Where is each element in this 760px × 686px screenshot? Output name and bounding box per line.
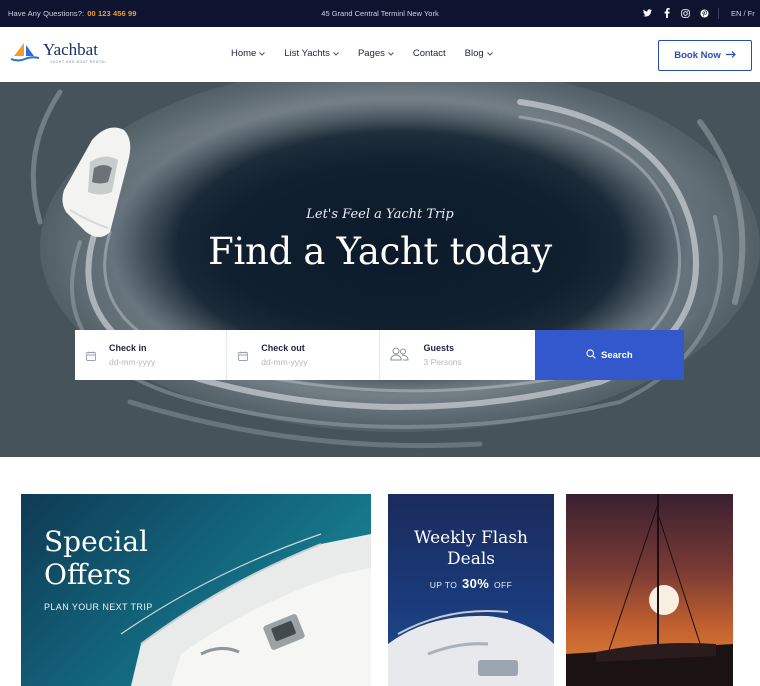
nav-item-label: Pages [357, 48, 385, 59]
nav-item-list-yachts[interactable]: List Yachts [284, 48, 339, 59]
nav-item-contact[interactable]: Contact [413, 48, 446, 59]
search-button[interactable]: Search [534, 330, 685, 380]
book-now-button[interactable]: Book Now [658, 40, 752, 71]
chevron-down-icon [486, 51, 493, 56]
check-out-placeholder: dd-mm-yyyy [261, 357, 308, 367]
nav-item-pages[interactable]: Pages [358, 48, 394, 59]
instagram-icon[interactable] [676, 6, 695, 20]
facebook-icon[interactable] [657, 6, 676, 20]
twitter-icon[interactable] [638, 6, 657, 20]
main-navigation: Yachbat YACHT AND BOAT RENTAL Home List … [0, 27, 760, 82]
chevron-down-icon [259, 51, 266, 56]
sailboat-logo-icon [10, 43, 40, 62]
hero-title: Find a Yacht today [208, 230, 552, 273]
check-in-placeholder: dd-mm-yyyy [109, 357, 156, 367]
check-in-label: Check in [109, 343, 147, 353]
chevron-down-icon [388, 51, 394, 56]
flash-deals-title: Weekly Flash Deals [388, 528, 554, 570]
chevron-down-icon [333, 51, 339, 56]
special-offers-title-line: Offers [44, 558, 132, 591]
flash-deals-title-line: Weekly Flash [414, 528, 528, 548]
special-offers-subtitle: PLAN YOUR NEXT TRIP [44, 602, 153, 612]
check-in-field[interactable]: Check in dd-mm-yyyy [75, 330, 228, 380]
logo[interactable]: Yachbat YACHT AND BOAT RENTAL [10, 40, 106, 65]
check-out-field[interactable]: Check out dd-mm-yyyy [227, 330, 380, 380]
discount-prefix: UP TO [429, 580, 458, 590]
calendar-icon [238, 348, 249, 366]
search-button-label: Search [601, 349, 633, 361]
hero-kicker: Let's Feel a Yacht Trip [306, 207, 454, 222]
top-bar: Have Any Questions?: 00 123 456 99 45 Gra… [0, 0, 760, 27]
sailboat-sunset-image [566, 494, 733, 686]
brand-name: Yachbat [43, 40, 98, 59]
weekly-flash-deals-card[interactable]: Weekly Flash Deals UP TO 30% OFF [388, 494, 554, 686]
nav-item-label: Home [231, 48, 257, 59]
brand-tagline: YACHT AND BOAT RENTAL [50, 60, 108, 64]
special-offers-title-line: Special [44, 525, 148, 558]
discount-percent: 30% [462, 576, 490, 591]
arrow-right-icon [725, 50, 736, 61]
hero-section: Let's Feel a Yacht Trip Find a Yacht tod… [0, 82, 760, 457]
flash-deals-title-line: Deals [447, 549, 495, 569]
special-offers-title: Special Offers [44, 525, 148, 591]
nav-item-home[interactable]: Home [231, 48, 266, 59]
nav-menu: Home List Yachts Pages Contact Blog [231, 48, 512, 59]
discount-suffix: OFF [494, 580, 513, 590]
topbar-divider [718, 8, 719, 19]
users-icon [389, 347, 409, 366]
nav-item-label: Blog [464, 48, 484, 59]
calendar-icon [86, 348, 96, 366]
social-links [638, 6, 714, 20]
guests-value: 3 Persons [423, 357, 462, 367]
guests-field[interactable]: Guests 3 Persons [380, 330, 532, 380]
special-offers-card[interactable]: Special Offers PLAN YOUR NEXT TRIP [21, 494, 371, 686]
pinterest-icon[interactable] [695, 6, 714, 20]
guests-label: Guests [423, 343, 455, 353]
flash-deals-discount: UP TO 30% OFF [388, 576, 554, 591]
nav-item-label: List Yachts [284, 48, 330, 59]
book-now-label: Book Now [674, 50, 721, 61]
sunset-sailboat-card[interactable] [566, 494, 733, 686]
nav-item-label: Contact [412, 48, 446, 59]
search-icon [586, 348, 596, 362]
language-switcher[interactable]: EN / Fr [731, 9, 755, 18]
booking-search-bar: Check in dd-mm-yyyy Check out dd-mm-yyyy… [75, 330, 685, 380]
check-out-label: Check out [261, 343, 305, 353]
nav-item-blog[interactable]: Blog [465, 48, 493, 59]
